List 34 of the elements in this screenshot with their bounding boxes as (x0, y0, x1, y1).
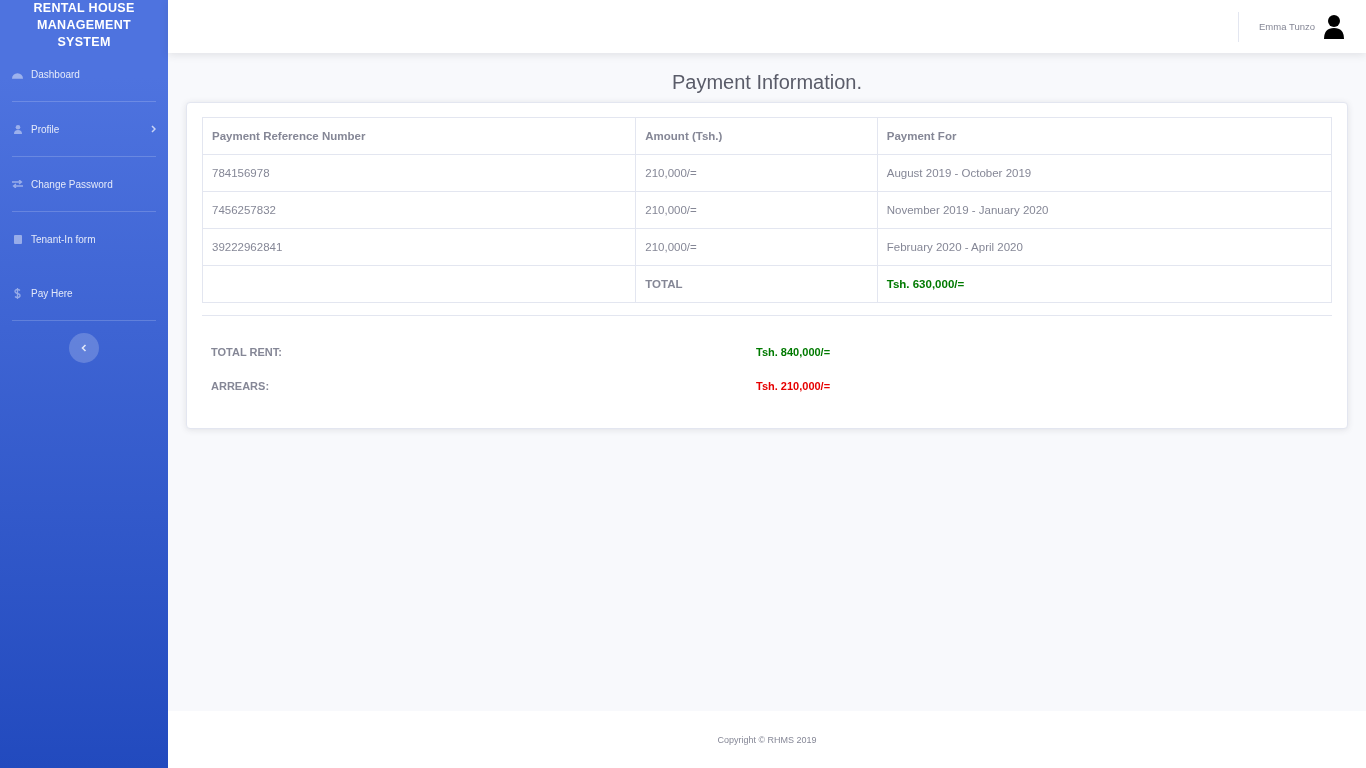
page-title: Payment Information. (670, 71, 864, 94)
summary-label: ARREARS: (211, 380, 271, 392)
column-header: Payment Reference Number (202, 117, 636, 155)
sidebar-item[interactable]: Change Password (12, 157, 156, 211)
table-cell: February 2020 - April 2020 (877, 228, 1332, 266)
summary-value: Tsh. 210,000/= (756, 380, 832, 392)
total-value: Tsh. 630,000/= (877, 265, 1332, 303)
table-cell: 210,000/= (635, 154, 878, 192)
table-cell: 210,000/= (635, 191, 878, 229)
exchange-icon (12, 180, 23, 188)
dollar-icon (14, 287, 21, 299)
total-label: TOTAL (635, 265, 878, 303)
sidebar-toggle-button[interactable] (69, 333, 99, 363)
user-avatar-icon[interactable] (1324, 14, 1344, 39)
sidebar-item[interactable]: Profile (12, 102, 156, 156)
column-header: Payment For (877, 117, 1332, 155)
table-cell: August 2019 - October 2019 (877, 154, 1332, 192)
summary-value: Tsh. 840,000/= (756, 346, 832, 358)
sidebar-item[interactable]: Pay Here (12, 266, 156, 320)
table-cell: November 2019 - January 2020 (877, 191, 1332, 229)
sidebar-item[interactable]: Dashboard (12, 47, 156, 101)
clipboard-icon (13, 234, 22, 244)
summary-label: TOTAL RENT: (211, 346, 283, 358)
copyright-text: Copyright © RHMS 2019 (717, 734, 817, 745)
chevron-left-icon (81, 344, 87, 352)
table-cell: 210,000/= (635, 228, 878, 266)
table-cell: 7456257832 (202, 191, 636, 229)
column-header: Amount (Tsh.) (635, 117, 878, 155)
user-icon (13, 124, 22, 134)
table-cell: 39222962841 (202, 228, 636, 266)
chevron-icon (151, 125, 156, 133)
sidebar-item[interactable]: Tenant-In form (12, 212, 156, 266)
table-cell: 784156978 (202, 154, 636, 192)
user-name[interactable]: Emma Tunzo (1259, 21, 1315, 32)
